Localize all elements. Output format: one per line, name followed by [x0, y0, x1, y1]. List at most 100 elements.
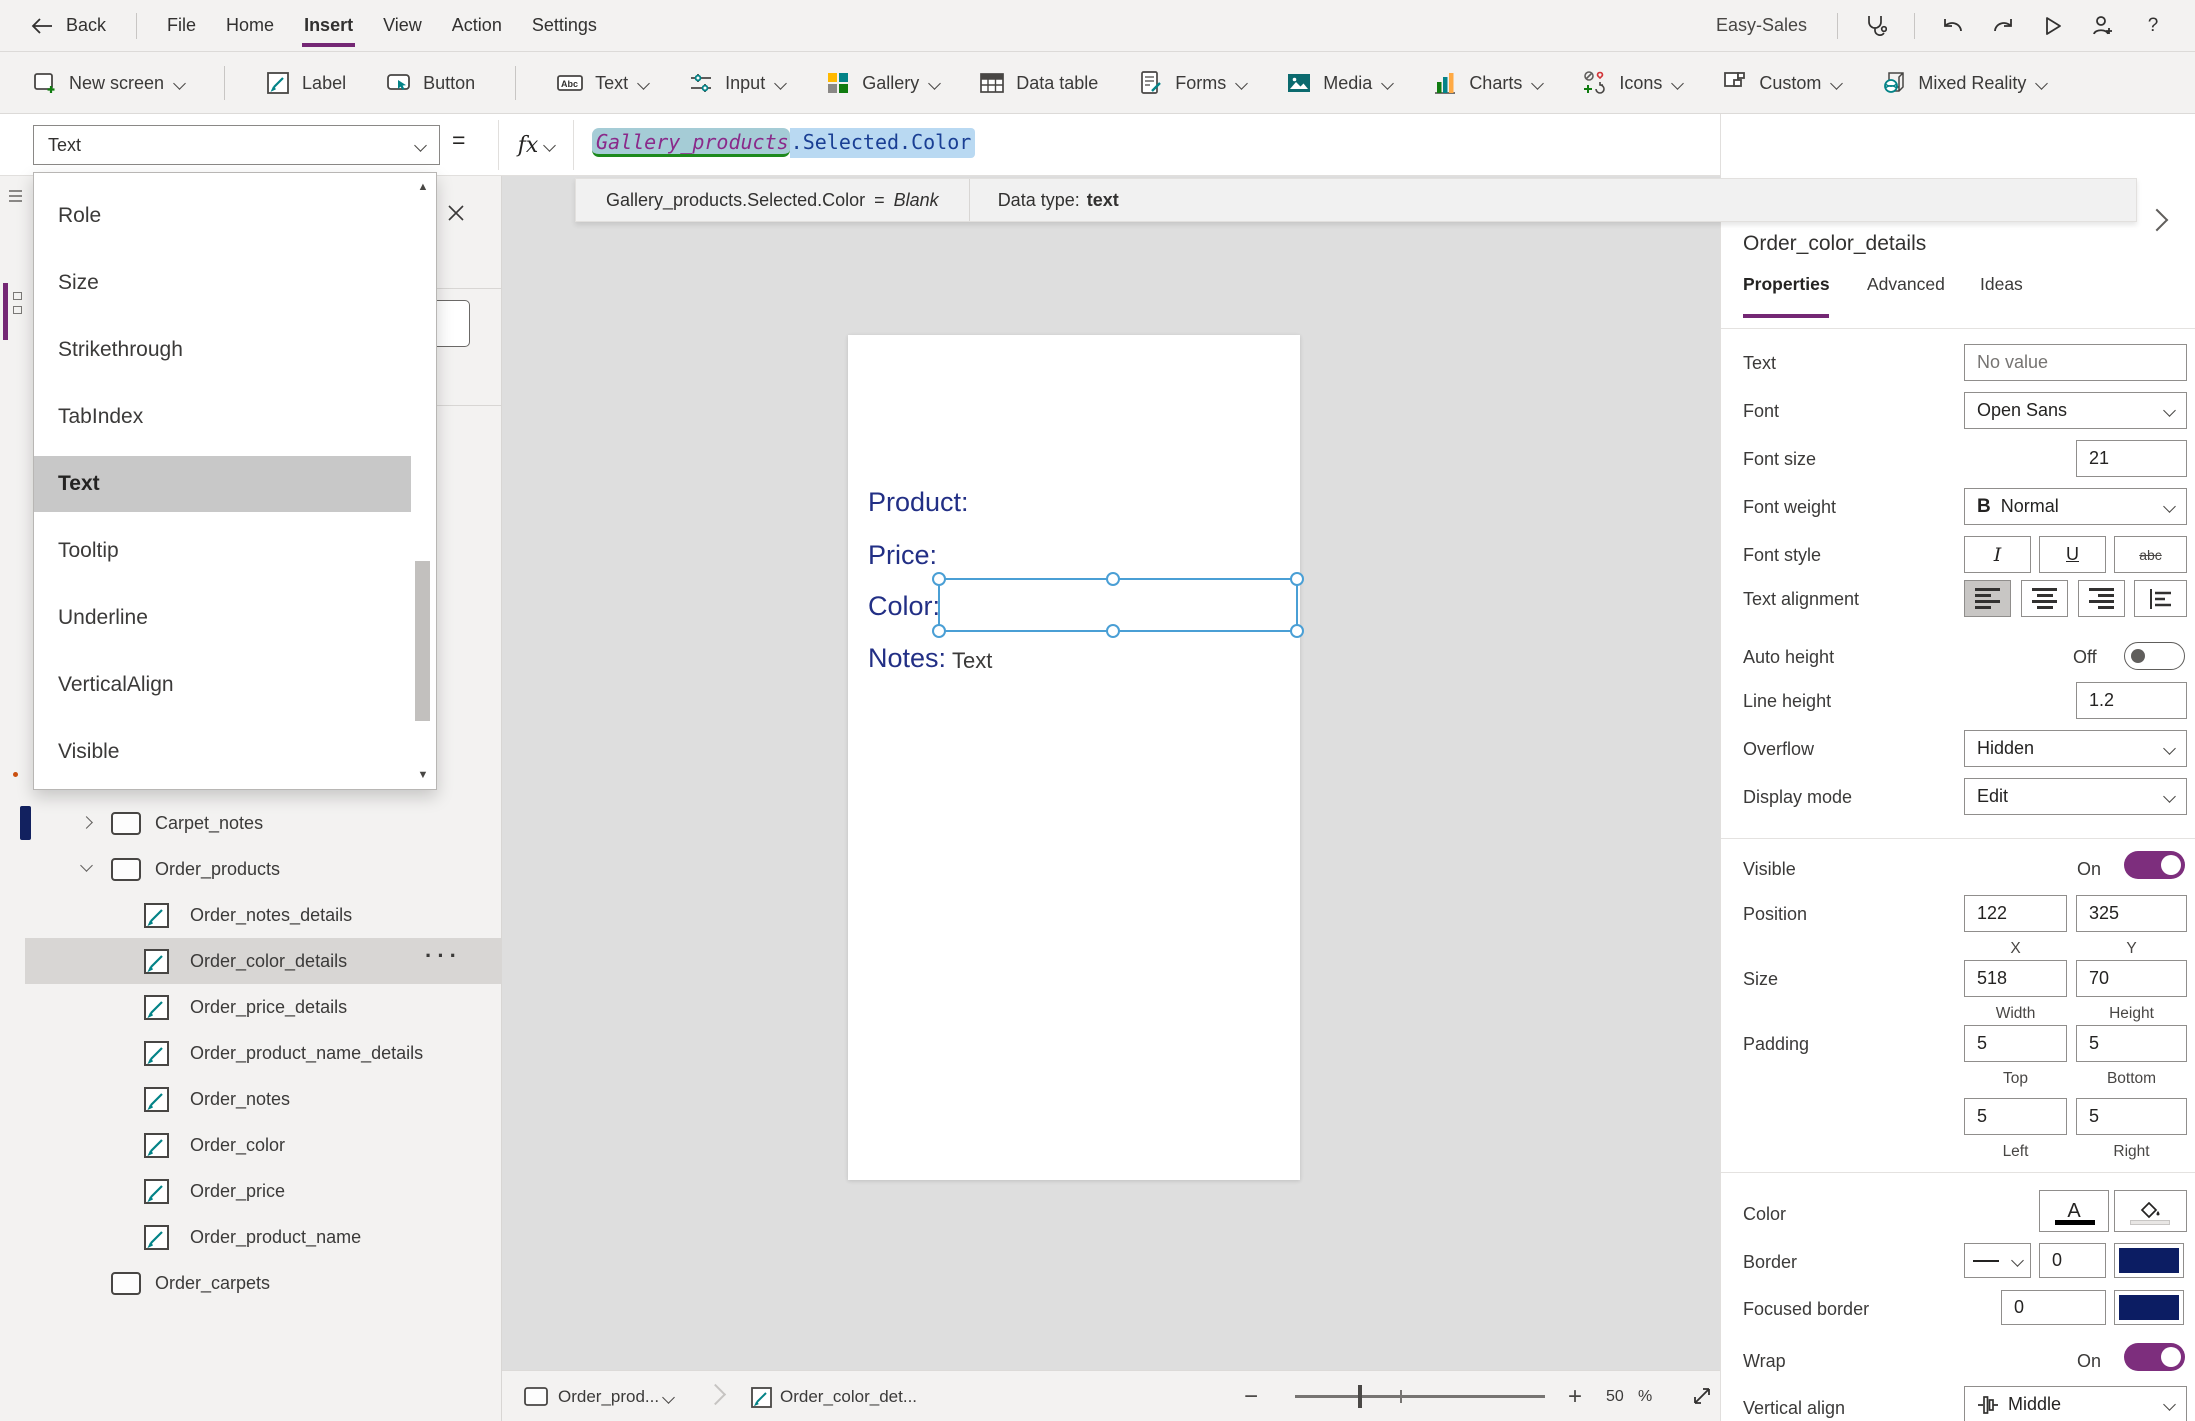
fill-color-button[interactable]: [2114, 1190, 2187, 1232]
notes-value-label[interactable]: Text: [952, 648, 992, 674]
selected-control-outline[interactable]: [938, 578, 1298, 632]
ribbon-new-screen[interactable]: New screen: [32, 70, 184, 96]
font-weight-dropdown[interactable]: BNormal: [1964, 488, 2187, 525]
tree-row-control[interactable]: Order_price: [25, 1168, 501, 1214]
display-mode-dropdown[interactable]: Edit: [1964, 778, 2187, 815]
ribbon-button[interactable]: Button: [386, 70, 475, 96]
share-person-icon[interactable]: [2091, 14, 2115, 38]
formula-input[interactable]: Gallery_products.Selected.Color: [592, 128, 975, 158]
menu-action[interactable]: Action: [452, 0, 502, 52]
text-property-input[interactable]: No value: [1964, 344, 2187, 381]
zoom-in-icon[interactable]: +: [1568, 1383, 1582, 1411]
zoom-out-icon[interactable]: −: [1244, 1383, 1258, 1411]
property-option[interactable]: Tooltip: [34, 523, 411, 579]
menu-file[interactable]: File: [167, 0, 196, 52]
tree-row-screen[interactable]: Order_carpets: [25, 1260, 501, 1306]
border-style-dropdown[interactable]: [1964, 1243, 2031, 1278]
align-justify-button[interactable]: [2134, 580, 2187, 617]
dropdown-scrollbar[interactable]: ▲ ▼: [414, 177, 432, 785]
zoom-slider-thumb[interactable]: [1358, 1385, 1362, 1408]
underline-button[interactable]: U: [2039, 536, 2106, 573]
ribbon-text[interactable]: Abc Text: [556, 70, 648, 96]
tree-view-rail-icon[interactable]: [9, 190, 22, 205]
chevron-right-icon[interactable]: [80, 816, 93, 829]
fit-to-window-icon[interactable]: [1690, 1384, 1714, 1408]
resize-handle[interactable]: [1290, 572, 1304, 586]
menu-insert[interactable]: Insert: [304, 0, 353, 52]
zoom-slider-track[interactable]: [1295, 1395, 1545, 1398]
preview-play-icon[interactable]: [2041, 14, 2065, 38]
resize-handle[interactable]: [1106, 624, 1120, 638]
panel-collapse-icon[interactable]: [2146, 209, 2169, 232]
canvas-area[interactable]: Product: Price: Color: Notes: Text: [502, 176, 1720, 1370]
property-option[interactable]: Strikethrough: [34, 322, 411, 378]
screen-artboard[interactable]: Product: Price: Color: Notes: Text: [848, 335, 1300, 1180]
ribbon-charts[interactable]: Charts: [1432, 70, 1542, 96]
product-label[interactable]: Product:: [868, 487, 969, 518]
vertical-align-dropdown[interactable]: Middle: [1964, 1386, 2187, 1421]
padding-bottom-input[interactable]: 5: [2076, 1025, 2187, 1062]
app-checker-icon[interactable]: [1864, 14, 1888, 38]
tree-row-control[interactable]: Order_product_name: [25, 1214, 501, 1260]
menu-home[interactable]: Home: [226, 0, 274, 52]
property-option[interactable]: Role: [34, 188, 411, 244]
tree-row-screen[interactable]: Order_products: [25, 846, 501, 892]
help-icon[interactable]: ?: [2141, 14, 2165, 38]
notes-label[interactable]: Notes:: [868, 643, 946, 674]
border-width-input[interactable]: 0: [2039, 1243, 2106, 1278]
scroll-up-icon[interactable]: ▲: [414, 181, 432, 193]
scrollbar-thumb[interactable]: [415, 561, 430, 721]
more-options-icon[interactable]: ···: [425, 943, 462, 969]
position-y-input[interactable]: 325: [2076, 895, 2187, 932]
resize-handle[interactable]: [1290, 624, 1304, 638]
padding-top-input[interactable]: 5: [1964, 1025, 2067, 1062]
ribbon-input[interactable]: Input: [688, 70, 785, 96]
italic-button[interactable]: I: [1964, 536, 2031, 573]
property-option-selected[interactable]: Text: [34, 456, 411, 512]
focused-border-color-swatch[interactable]: [2114, 1290, 2184, 1325]
ribbon-custom[interactable]: Custom: [1722, 70, 1841, 96]
resize-handle[interactable]: [932, 624, 946, 638]
chevron-down-icon[interactable]: [662, 1391, 675, 1404]
padding-left-input[interactable]: 5: [1964, 1098, 2067, 1135]
property-selector[interactable]: Text: [33, 125, 440, 165]
resize-handle[interactable]: [932, 572, 946, 586]
tab-advanced[interactable]: Advanced: [1867, 274, 1945, 295]
size-width-input[interactable]: 518: [1964, 960, 2067, 997]
ribbon-gallery[interactable]: Gallery: [825, 70, 939, 96]
tree-row-control[interactable]: Order_color: [25, 1122, 501, 1168]
close-icon[interactable]: [446, 203, 466, 223]
control-breadcrumb[interactable]: Order_color_det...: [780, 1387, 917, 1407]
menu-settings[interactable]: Settings: [532, 0, 597, 52]
fx-button[interactable]: fx: [498, 120, 574, 170]
tree-row-control[interactable]: Order_price_details: [25, 984, 501, 1030]
ribbon-icons[interactable]: Icons: [1582, 70, 1682, 96]
focused-border-width-input[interactable]: 0: [2001, 1290, 2106, 1325]
back-button[interactable]: Back: [30, 15, 106, 36]
color-label[interactable]: Color:: [868, 591, 940, 622]
align-right-button[interactable]: [2078, 580, 2125, 617]
tree-row-screen[interactable]: Carpet_notes: [25, 800, 501, 846]
ribbon-media[interactable]: Media: [1286, 70, 1392, 96]
font-size-input[interactable]: 21: [2076, 440, 2187, 477]
property-option[interactable]: Underline: [34, 590, 411, 646]
tab-ideas[interactable]: Ideas: [1980, 274, 2023, 295]
tab-properties[interactable]: Properties: [1743, 274, 1830, 295]
font-dropdown[interactable]: Open Sans: [1964, 392, 2187, 429]
border-color-swatch[interactable]: [2114, 1243, 2184, 1278]
chevron-down-icon[interactable]: [80, 859, 93, 872]
align-center-button[interactable]: [2021, 580, 2068, 617]
position-x-input[interactable]: 122: [1964, 895, 2067, 932]
tree-row-control-selected[interactable]: Order_color_details ···: [25, 938, 501, 984]
padding-right-input[interactable]: 5: [2076, 1098, 2187, 1135]
ribbon-label[interactable]: Label: [265, 70, 346, 96]
strikethrough-button[interactable]: abc: [2114, 536, 2187, 573]
property-option[interactable]: Visible: [34, 724, 411, 780]
property-option[interactable]: Size: [34, 255, 411, 311]
resize-handle[interactable]: [1106, 572, 1120, 586]
tree-row-control[interactable]: Order_notes: [25, 1076, 501, 1122]
menu-view[interactable]: View: [383, 0, 422, 52]
property-option[interactable]: TabIndex: [34, 389, 411, 445]
tree-row-control[interactable]: Order_notes_details: [25, 892, 501, 938]
undo-icon[interactable]: [1941, 14, 1965, 38]
